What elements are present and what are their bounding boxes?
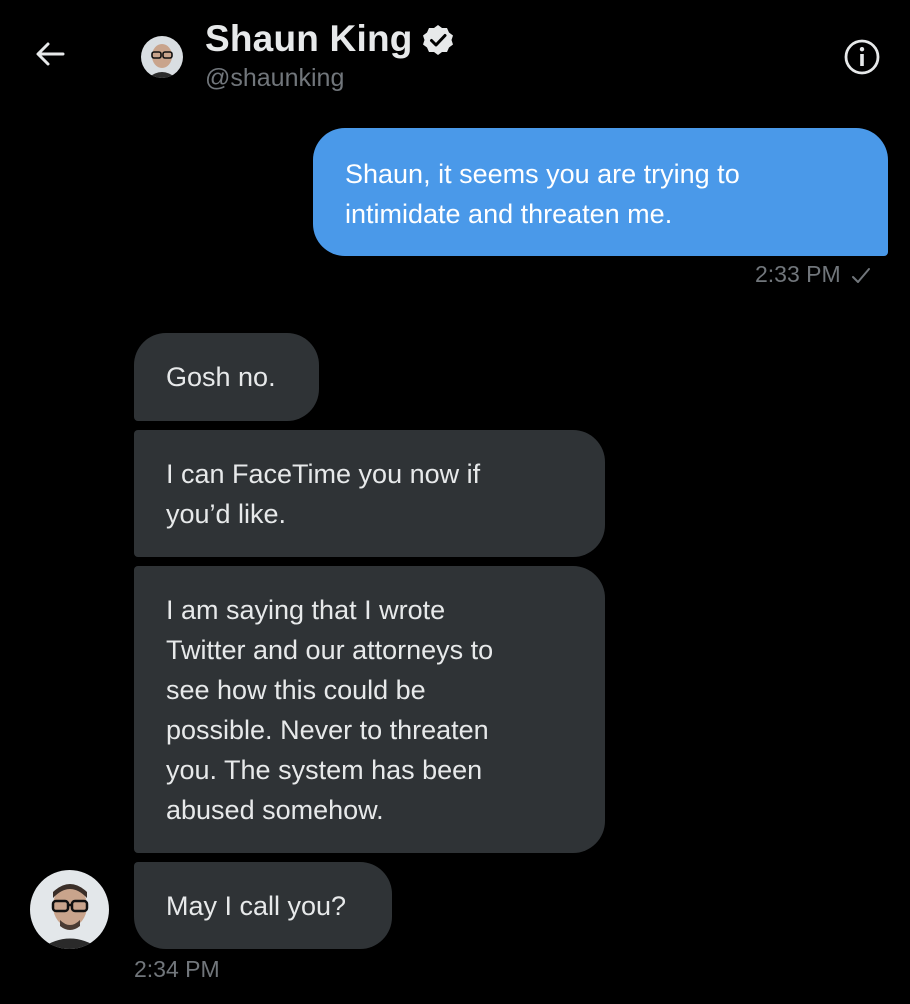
conversation-info-button[interactable] — [843, 38, 881, 76]
incoming-message-bubble[interactable]: May I call you? — [134, 862, 392, 949]
outgoing-message-bubble[interactable]: Shaun, it seems you are trying to intimi… — [313, 128, 888, 256]
message-text: I can FaceTime you now if you’d like. — [166, 459, 481, 529]
timestamp-text: 2:34 PM — [134, 956, 220, 982]
arrow-left-icon — [36, 42, 65, 66]
info-icon — [844, 39, 880, 75]
verified-badge-icon — [422, 25, 453, 55]
profile-handle: @shaunking — [205, 64, 345, 92]
avatar-image — [30, 870, 109, 949]
incoming-message-bubble[interactable]: I am saying that I wrote Twitter and our… — [134, 566, 605, 853]
back-button[interactable] — [30, 34, 70, 74]
message-text: May I call you? — [166, 891, 347, 921]
timestamp-text: 2:33 PM — [755, 261, 841, 287]
profile-name: Shaun King — [205, 18, 413, 59]
avatar-image — [141, 36, 183, 78]
header-avatar[interactable] — [141, 36, 183, 78]
incoming-message-bubble[interactable]: I can FaceTime you now if you’d like. — [134, 430, 605, 557]
message-text: Gosh no. — [166, 362, 276, 392]
conversation-header: Shaun King @shaunking — [0, 0, 910, 110]
sent-check-icon — [852, 267, 871, 283]
message-text: I am saying that I wrote Twitter and our… — [166, 595, 494, 825]
message-timestamp: 2:34 PM — [134, 956, 220, 983]
sender-avatar[interactable] — [30, 870, 109, 949]
profile-title[interactable]: Shaun King @shaunking — [205, 18, 455, 93]
message-timestamp: 2:33 PM — [755, 261, 871, 288]
message-text: Shaun, it seems you are trying to intimi… — [345, 159, 740, 229]
incoming-message-bubble[interactable]: Gosh no. — [134, 333, 319, 421]
